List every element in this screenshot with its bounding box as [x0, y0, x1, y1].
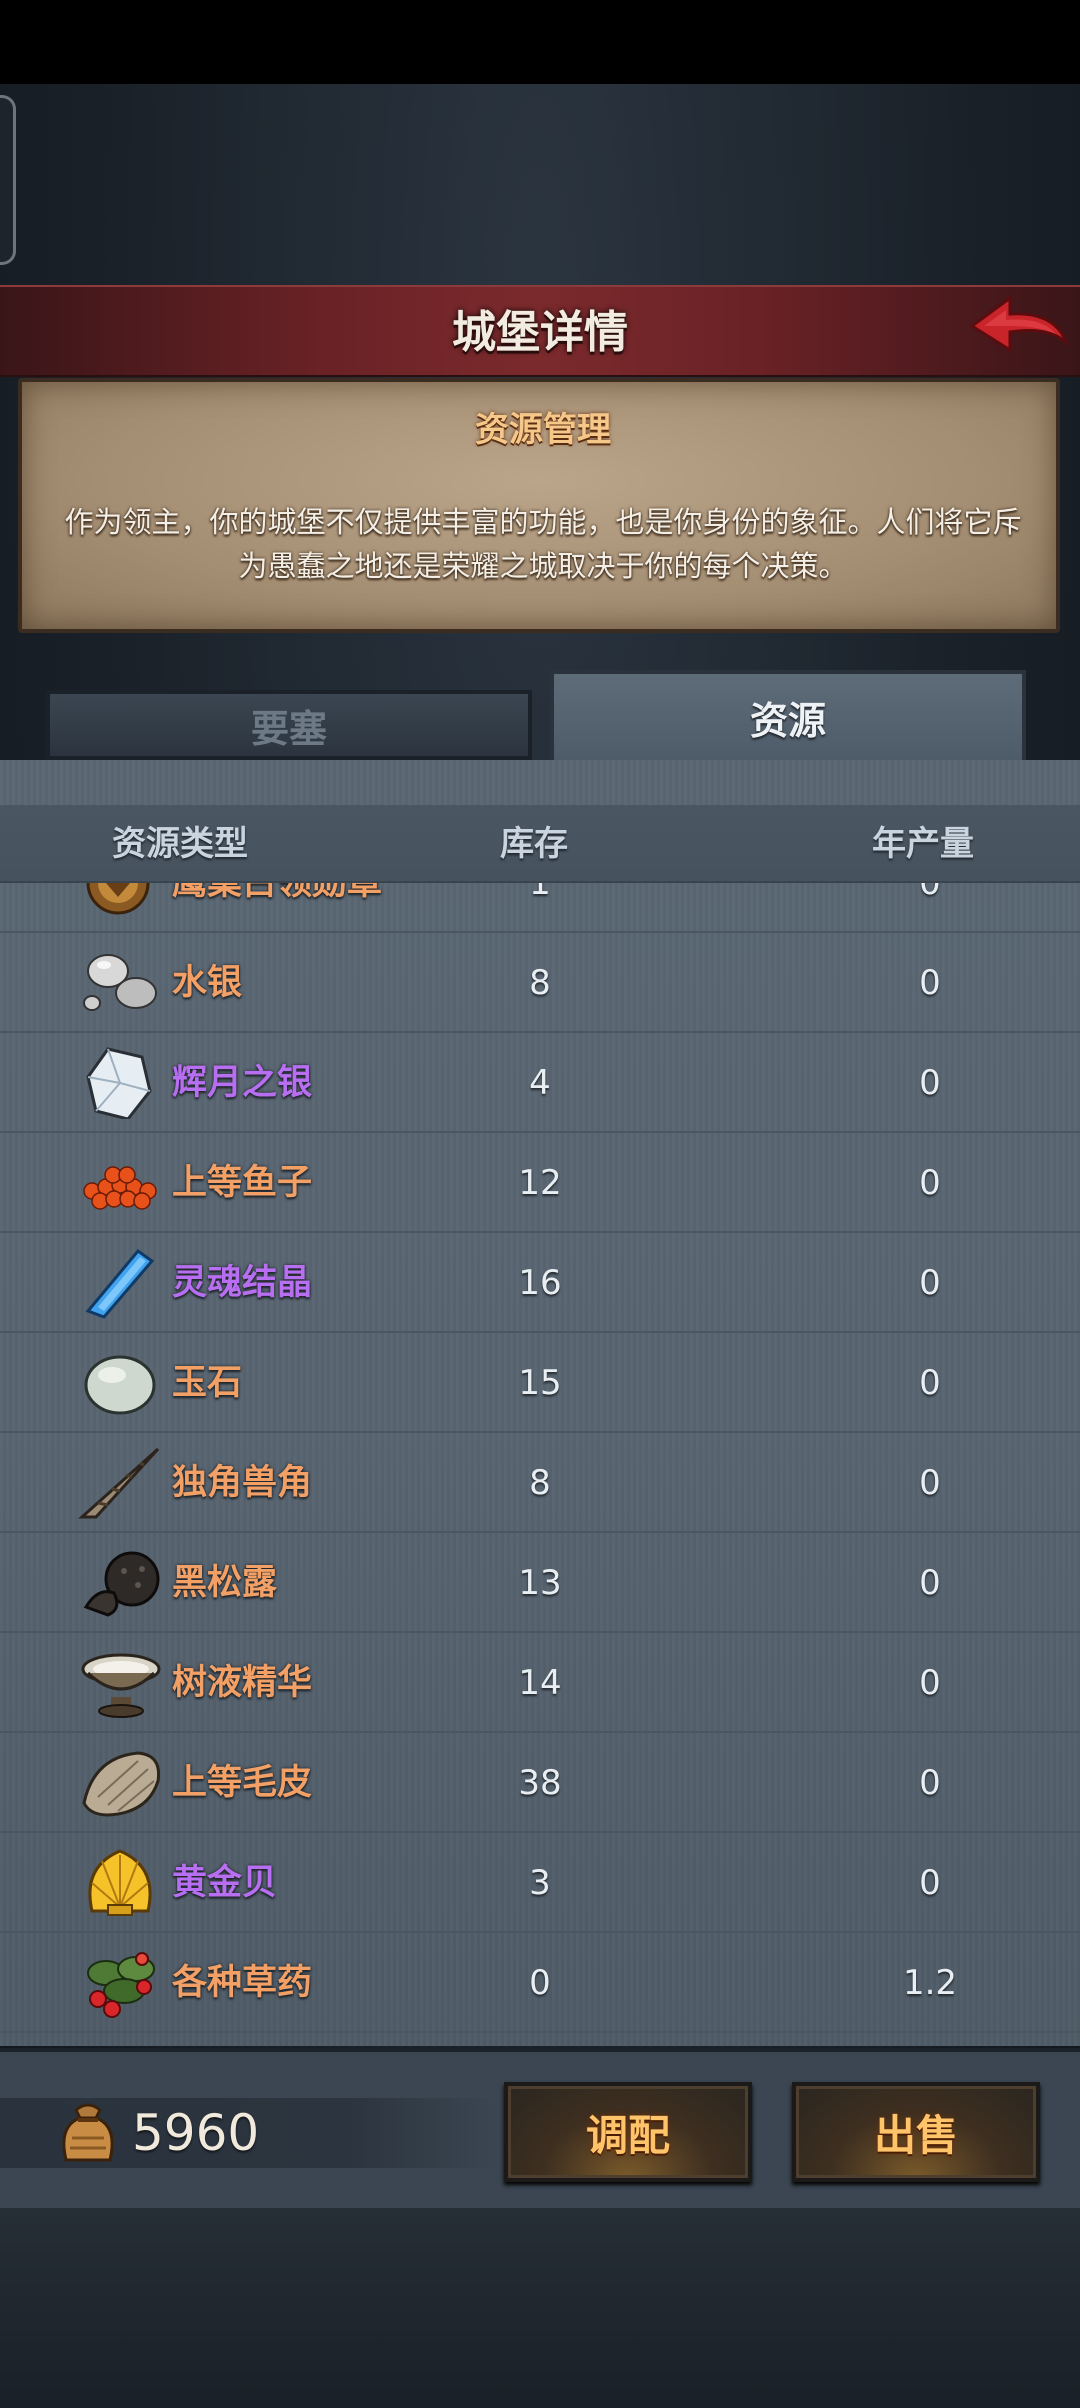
herbs-icon: [87, 1952, 155, 2018]
page-title: 城堡详情: [452, 307, 628, 358]
resource-yield: 0: [919, 1163, 941, 1203]
resource-yield: 0: [919, 1763, 941, 1803]
resource-name: 辉月之银: [172, 1063, 313, 1103]
table-row[interactable]: 辉月之银 4 0: [0, 1033, 1080, 1133]
resource-stock: 15: [518, 1363, 562, 1403]
resource-info-panel: 资源管理 作为领主，你的城堡不仅提供丰富的功能，也是你身份的象征。人们将它斥为愚…: [18, 378, 1060, 633]
table-row[interactable]: 上等鱼子 12 0: [0, 1133, 1080, 1233]
table-row[interactable]: 上等毛皮 38 0: [0, 1733, 1080, 1833]
resource-stock: 16: [518, 1263, 562, 1303]
table-row[interactable]: 鹰巢占领勋章 1 0: [0, 883, 1080, 933]
info-description: 作为领主，你的城堡不仅提供丰富的功能，也是你身份的象征。人们将它斥为愚蠢之地还是…: [64, 505, 1022, 583]
footer-background: [0, 2208, 1080, 2408]
resource-yield: 1.2: [902, 1963, 958, 2003]
resource-stock: 13: [518, 1563, 562, 1603]
resource-stock: 3: [529, 1863, 551, 1903]
table-row[interactable]: 玉石 15 0: [0, 1333, 1080, 1433]
resource-yield: 0: [919, 1063, 941, 1103]
soul-crystal-icon: [85, 1248, 155, 1319]
table-row[interactable]: 独角兽角 8 0: [0, 1433, 1080, 1533]
resource-name: 独角兽角: [172, 1463, 313, 1503]
resource-stock: 1: [529, 883, 551, 903]
gold-amount: 5960: [132, 2104, 260, 2162]
column-header-yield: 年产量: [872, 824, 974, 864]
gold-bag-icon: [62, 2103, 114, 2162]
resource-stock: 8: [529, 963, 551, 1003]
resource-yield: 0: [919, 1663, 941, 1703]
tab-fortress[interactable]: 要塞: [46, 690, 532, 760]
caviar-icon: [83, 1166, 157, 1210]
info-title: 资源管理: [475, 410, 611, 450]
sap-bowl-icon: [81, 1653, 161, 1718]
back-button[interactable]: [966, 292, 1070, 368]
table-row[interactable]: 黄金贝 3 0: [0, 1833, 1080, 1933]
resource-name: 各种草药: [172, 1963, 313, 2003]
column-header-type: 资源类型: [112, 824, 248, 864]
resource-stock: 0: [529, 1963, 551, 2003]
table-row[interactable]: 水银 8 0: [0, 933, 1080, 1033]
resource-yield: 0: [919, 1263, 941, 1303]
table-row[interactable]: 树液精华 14 0: [0, 1633, 1080, 1733]
allocate-button[interactable]: 调配: [504, 2082, 752, 2182]
jade-icon: [84, 1355, 156, 1415]
tab-bar: 要塞 资源: [0, 670, 1080, 760]
resource-name: 水银: [172, 963, 243, 1003]
fur-icon: [82, 1751, 161, 1817]
resource-name: 黄金贝: [172, 1863, 278, 1903]
mercury-icon: [83, 954, 157, 1011]
table-row[interactable]: 黑松露 13 0: [0, 1533, 1080, 1633]
resource-name: 黑松露: [172, 1563, 278, 1603]
resource-name: 树液精华: [172, 1663, 313, 1703]
resource-yield: 0: [919, 1563, 941, 1603]
resource-stock: 12: [518, 1163, 562, 1203]
resource-yield: 0: [919, 1463, 941, 1503]
resource-stock: 8: [529, 1463, 551, 1503]
truffle-icon: [83, 1551, 160, 1617]
moon-silver-icon: [86, 1047, 152, 1119]
resource-yield: 0: [919, 1363, 941, 1403]
table-header: 资源类型 库存 年产量: [0, 805, 1080, 883]
side-drawer-handle[interactable]: [0, 95, 16, 265]
resource-list[interactable]: 鹰巢占领勋章 1 0 水银 8 0 辉月之银 4 0 上等鱼子 12 0 灵魂结…: [0, 883, 1080, 2043]
resource-stock: 38: [518, 1763, 562, 1803]
resource-name: 灵魂结晶: [172, 1263, 313, 1303]
golden-shell-icon: [88, 1849, 152, 1916]
resource-yield: 0: [919, 963, 941, 1003]
table-row[interactable]: 各种草药 0 1.2: [0, 1933, 1080, 2033]
medal-icon: [86, 883, 150, 915]
back-arrow-icon: [969, 295, 1070, 353]
tab-resources[interactable]: 资源: [550, 670, 1026, 760]
resource-stock: 14: [518, 1663, 562, 1703]
column-header-stock: 库存: [500, 824, 568, 864]
resource-name: 鹰巢占领勋章: [172, 883, 383, 903]
title-bar: 城堡详情: [0, 285, 1080, 377]
resource-yield: 0: [919, 883, 941, 903]
unicorn-horn-icon: [78, 1447, 160, 1519]
table-row[interactable]: 灵魂结晶 16 0: [0, 1233, 1080, 1333]
resource-name: 上等毛皮: [172, 1763, 313, 1803]
status-bar: [0, 0, 1080, 84]
resource-name: 玉石: [172, 1363, 243, 1403]
resource-stock: 4: [529, 1063, 551, 1103]
resource-yield: 0: [919, 1863, 941, 1903]
resource-name: 上等鱼子: [172, 1163, 313, 1203]
sell-button[interactable]: 出售: [792, 2082, 1040, 2182]
